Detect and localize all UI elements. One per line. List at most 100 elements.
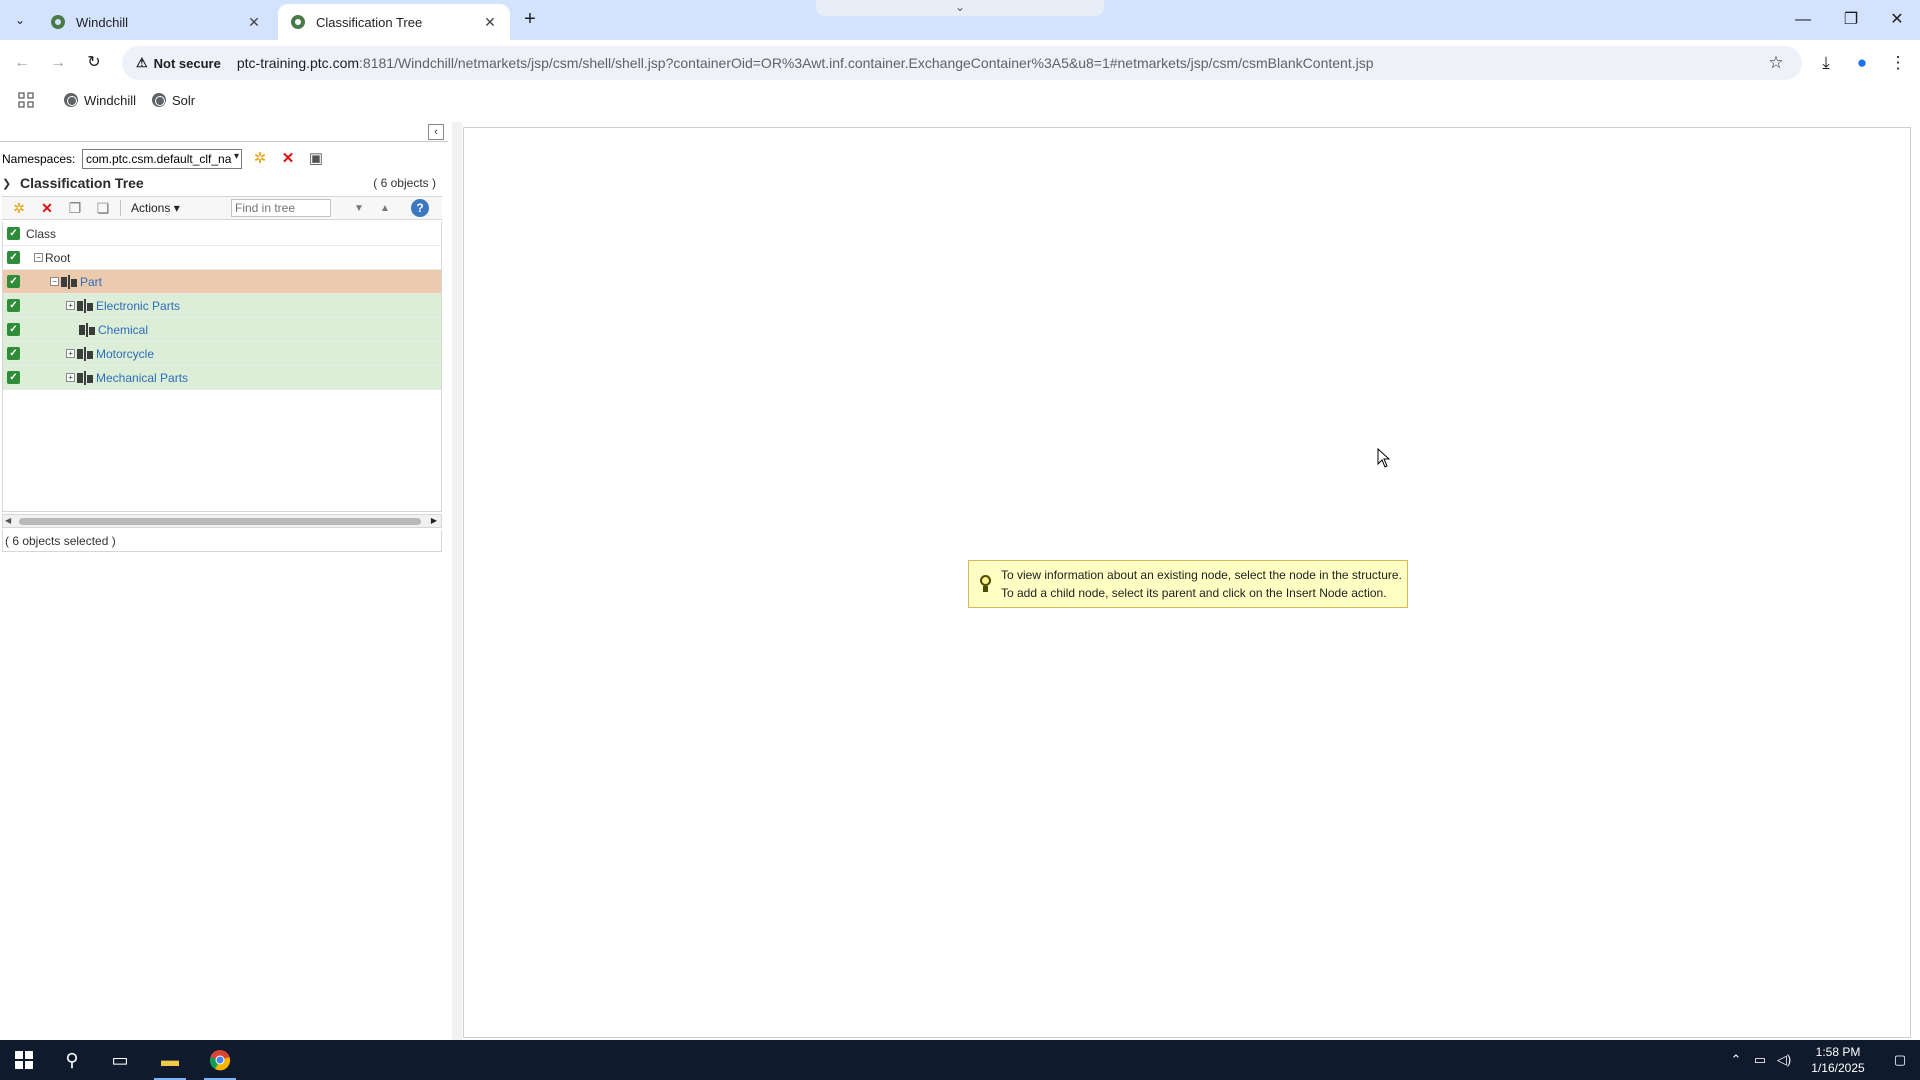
tree-node-label[interactable]: Part	[80, 275, 102, 289]
tree-node-label[interactable]: Electronic Parts	[96, 299, 180, 313]
task-view-icon[interactable]: ▭	[96, 1040, 144, 1080]
tree-node-label[interactable]: Mechanical Parts	[96, 371, 188, 385]
close-window-button[interactable]: ✕	[1882, 8, 1912, 32]
tab-close-icon[interactable]: ✕	[482, 14, 498, 31]
tab-title: Windchill	[76, 14, 129, 30]
namespace-select[interactable]: com.ptc.csm.default_clf_na ▾	[82, 149, 242, 169]
system-tray: ⌃ ▭ ◁) 1:58 PM 1/16/2025 ▢	[1724, 1040, 1920, 1080]
grid-icon	[18, 92, 34, 108]
delete-namespace-icon[interactable]: ✕	[278, 149, 298, 169]
scroll-right-icon[interactable]: ▶	[431, 515, 437, 527]
notifications-icon[interactable]: ▢	[1880, 1052, 1920, 1068]
tab-windchill[interactable]: Windchill ✕	[38, 4, 274, 40]
classification-tree: ✓ Class ✓ − Root ✓ − Part ✓ + Electronic	[2, 222, 442, 512]
collapse-left-icon[interactable]: ‹	[428, 124, 444, 140]
tree-row-root[interactable]: ✓ − Root	[3, 246, 441, 270]
expand-node-icon[interactable]: +	[66, 301, 75, 310]
tree-toolbar: ✲ ✕ ❐ ❏ Actions ▾ ▼ ▲ ?	[2, 196, 442, 220]
security-chip[interactable]: ⚠ Not secure	[130, 50, 231, 76]
file-explorer-icon[interactable]: ▬	[146, 1040, 194, 1080]
tree-row-motorcycle[interactable]: ✓ + Motorcycle	[3, 342, 441, 366]
collapse-node-icon[interactable]: −	[50, 277, 59, 286]
actions-label: Actions	[131, 201, 171, 215]
tab-search-chevron-icon[interactable]: ⌄	[8, 8, 32, 32]
insert-node-icon[interactable]: ✲	[8, 197, 30, 219]
forward-button[interactable]: →	[46, 51, 70, 75]
delete-icon[interactable]: ✕	[36, 197, 58, 219]
namespace-value: com.ptc.csm.default_clf_na	[86, 152, 232, 166]
row-checkbox[interactable]: ✓	[7, 251, 20, 264]
actions-menu[interactable]: Actions ▾	[131, 201, 231, 215]
clock[interactable]: 1:58 PM 1/16/2025	[1796, 1044, 1880, 1076]
volume-icon[interactable]: ◁)	[1772, 1052, 1796, 1068]
chevron-down-icon[interactable]: ⌄	[816, 0, 1104, 16]
row-checkbox[interactable]: ✓	[7, 323, 20, 336]
copy-icon[interactable]: ❐	[64, 197, 86, 219]
tree-row-chemical[interactable]: ✓ Chemical	[3, 318, 441, 342]
help-icon[interactable]: ?	[411, 199, 429, 217]
new-namespace-icon[interactable]: ✲	[250, 149, 270, 169]
find-next-icon[interactable]: ▼	[349, 203, 369, 214]
chevron-up-icon[interactable]: ⌃	[1724, 1052, 1748, 1068]
namespace-settings-icon[interactable]: ▣	[306, 149, 326, 169]
chrome-logo-icon	[209, 1050, 231, 1071]
bookmark-star-icon[interactable]: ☆	[1764, 51, 1788, 75]
classification-left-panel: ‹ Namespaces: com.ptc.csm.default_clf_na…	[0, 122, 448, 1040]
namespace-row: Namespaces: com.ptc.csm.default_clf_na ▾…	[2, 148, 442, 170]
tree-node-label[interactable]: Chemical	[98, 323, 148, 337]
download-icon[interactable]: ⤓	[1814, 51, 1838, 75]
expand-node-icon[interactable]: +	[66, 349, 75, 358]
row-checkbox[interactable]: ✓	[7, 347, 20, 360]
restore-button[interactable]: ❐	[1836, 8, 1866, 32]
windows-taskbar: ⚲ ▭ ▬ ⌃ ▭ ◁) 1:58 PM 1/16/2025 ▢	[0, 1040, 1920, 1080]
tab-close-icon[interactable]: ✕	[246, 14, 262, 31]
expand-node-icon[interactable]: +	[66, 373, 75, 382]
bookmark-solr[interactable]: Solr	[152, 90, 195, 110]
security-label: Not secure	[153, 55, 221, 71]
bookmark-windchill[interactable]: Windchill	[64, 90, 136, 110]
scroll-left-icon[interactable]: ◀	[5, 515, 11, 527]
menu-kebab-icon[interactable]: ⋮	[1886, 51, 1910, 75]
url-text[interactable]: ptc-training.ptc.com:8181/Windchill/netm…	[237, 55, 1374, 71]
globe-icon	[64, 93, 78, 107]
collapse-node-icon[interactable]: −	[34, 253, 43, 262]
tree-node-label[interactable]: Root	[45, 251, 70, 265]
scrollbar-thumb[interactable]	[19, 518, 421, 525]
horizontal-scrollbar[interactable]: ◀ ▶	[2, 514, 442, 528]
row-checkbox[interactable]: ✓	[7, 371, 20, 384]
mouse-cursor-icon	[1377, 448, 1391, 468]
class-column-header: Class	[26, 226, 57, 241]
network-icon[interactable]: ▭	[1748, 1052, 1772, 1068]
paste-icon[interactable]: ❏	[92, 197, 114, 219]
reload-button[interactable]: ↻	[82, 51, 106, 75]
row-checkbox[interactable]: ✓	[7, 275, 20, 288]
find-previous-icon[interactable]: ▲	[375, 203, 395, 214]
omnibox[interactable]: ⚠ Not secure ptc-training.ptc.com:8181/W…	[122, 46, 1802, 80]
classification-node-icon	[77, 370, 93, 385]
tree-header-row: ✓ Class	[3, 222, 441, 246]
classification-node-icon	[77, 298, 93, 313]
info-line-2: To add a child node, select its parent a…	[1001, 586, 1387, 600]
find-in-tree-input[interactable]	[231, 199, 331, 217]
collapse-chevron-icon[interactable]: ❯	[2, 177, 20, 190]
panel-splitter[interactable]	[452, 122, 462, 1040]
start-windows-icon[interactable]	[0, 1040, 48, 1080]
search-icon[interactable]: ⚲	[48, 1040, 96, 1080]
tree-row-mechanical-parts[interactable]: ✓ + Mechanical Parts	[3, 366, 441, 390]
info-message: To view information about an existing no…	[968, 560, 1408, 608]
classification-node-icon	[77, 346, 93, 361]
tree-row-part[interactable]: ✓ − Part	[3, 270, 441, 294]
back-button[interactable]: ←	[10, 51, 34, 75]
tree-row-electronic-parts[interactable]: ✓ + Electronic Parts	[3, 294, 441, 318]
url-path: :8181/Windchill/netmarkets/jsp/csm/shell…	[359, 55, 1374, 71]
apps-grid-icon[interactable]	[18, 90, 34, 110]
row-checkbox[interactable]: ✓	[7, 299, 20, 312]
profile-icon[interactable]: ●	[1850, 51, 1874, 75]
tab-classification-tree[interactable]: Classification Tree ✕	[278, 4, 510, 40]
minimize-button[interactable]: —	[1788, 8, 1818, 32]
url-host: ptc-training.ptc.com	[236, 55, 360, 71]
new-tab-button[interactable]: +	[518, 8, 542, 32]
tree-node-label[interactable]: Motorcycle	[96, 347, 154, 361]
chrome-icon[interactable]	[196, 1040, 244, 1080]
select-all-checkbox[interactable]: ✓	[7, 227, 20, 240]
